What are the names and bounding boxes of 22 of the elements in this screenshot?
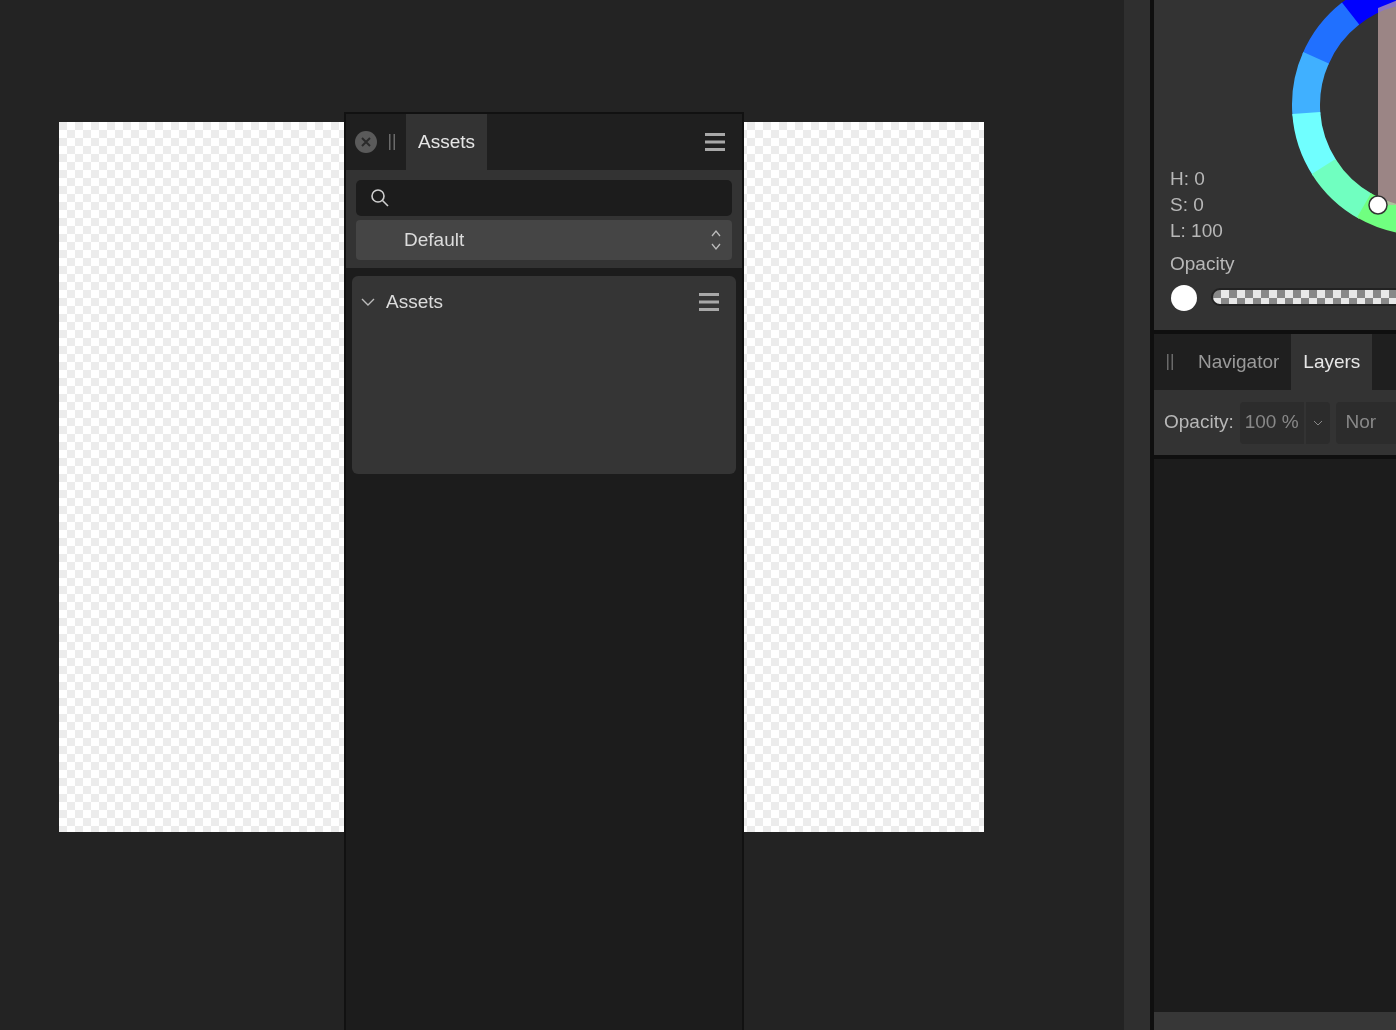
opacity-label: Opacity <box>1170 252 1235 276</box>
blend-mode-dropdown[interactable]: Nor <box>1335 401 1396 444</box>
search-icon <box>370 188 390 208</box>
caret-icon <box>1312 418 1323 427</box>
panel-tab[interactable]: Layers <box>1291 334 1373 390</box>
hsl-readout: H: 0 <box>1170 167 1206 191</box>
category-dropdown[interactable]: Default <box>356 220 732 260</box>
opacity-field[interactable]: 100 % <box>1239 401 1304 444</box>
panel-tab[interactable]: Assets <box>406 114 488 170</box>
section-title: Assets <box>386 289 445 314</box>
grip-icon[interactable] <box>388 134 396 150</box>
hsl-readout: S: 0 <box>1170 193 1205 217</box>
menu-icon[interactable] <box>698 292 720 312</box>
opacity-label: Opacity: <box>1164 410 1234 435</box>
stepper-icon <box>710 228 722 252</box>
menu-icon[interactable] <box>704 132 726 152</box>
color-swatch[interactable] <box>1171 285 1197 311</box>
grip-icon[interactable] <box>1166 354 1174 370</box>
close-icon[interactable] <box>355 131 377 153</box>
panel-tab[interactable]: Navigator <box>1186 334 1292 390</box>
hsl-readout: L: 100 <box>1170 219 1223 243</box>
search-field[interactable] <box>356 180 732 216</box>
